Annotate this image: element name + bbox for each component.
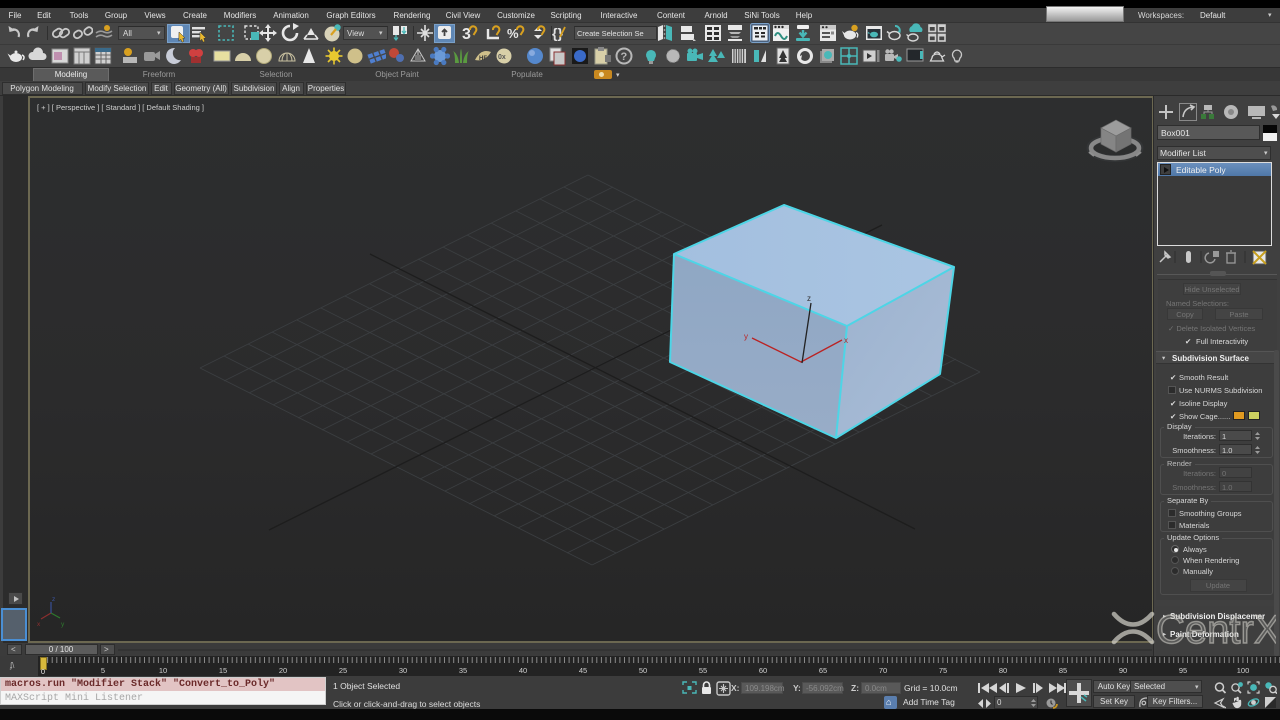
svg-text:55: 55 xyxy=(699,666,707,675)
svg-text:95: 95 xyxy=(1179,666,1187,675)
svg-text:70: 70 xyxy=(879,666,887,675)
svg-text:100: 100 xyxy=(1237,666,1250,675)
svg-text:HF: HF xyxy=(479,56,487,62)
svg-text:45: 45 xyxy=(579,666,587,675)
svg-text:20: 20 xyxy=(279,666,287,675)
svg-text:35: 35 xyxy=(459,666,467,675)
svg-text:z: z xyxy=(807,294,811,303)
svg-text:y: y xyxy=(744,332,748,341)
svg-text:50: 50 xyxy=(639,666,647,675)
svg-text:65: 65 xyxy=(819,666,827,675)
svg-text:y: y xyxy=(61,621,65,628)
svg-text:10: 10 xyxy=(159,666,167,675)
svg-text:CentrX: CentrX xyxy=(1156,608,1276,650)
svg-text:30: 30 xyxy=(399,666,407,675)
svg-text:85: 85 xyxy=(1059,666,1067,675)
svg-text:40: 40 xyxy=(519,666,527,675)
svg-text:60: 60 xyxy=(759,666,767,675)
svg-text:z: z xyxy=(52,596,55,603)
svg-text:25: 25 xyxy=(339,666,347,675)
svg-text:?: ? xyxy=(621,51,628,63)
svg-text:75: 75 xyxy=(939,666,947,675)
svg-text:15: 15 xyxy=(219,666,227,675)
svg-text:0x: 0x xyxy=(498,54,506,61)
svg-text:80: 80 xyxy=(999,666,1007,675)
svg-text:x: x xyxy=(37,621,41,628)
svg-text:90: 90 xyxy=(1119,666,1127,675)
svg-text:x: x xyxy=(844,336,848,345)
svg-text:5: 5 xyxy=(101,666,105,675)
